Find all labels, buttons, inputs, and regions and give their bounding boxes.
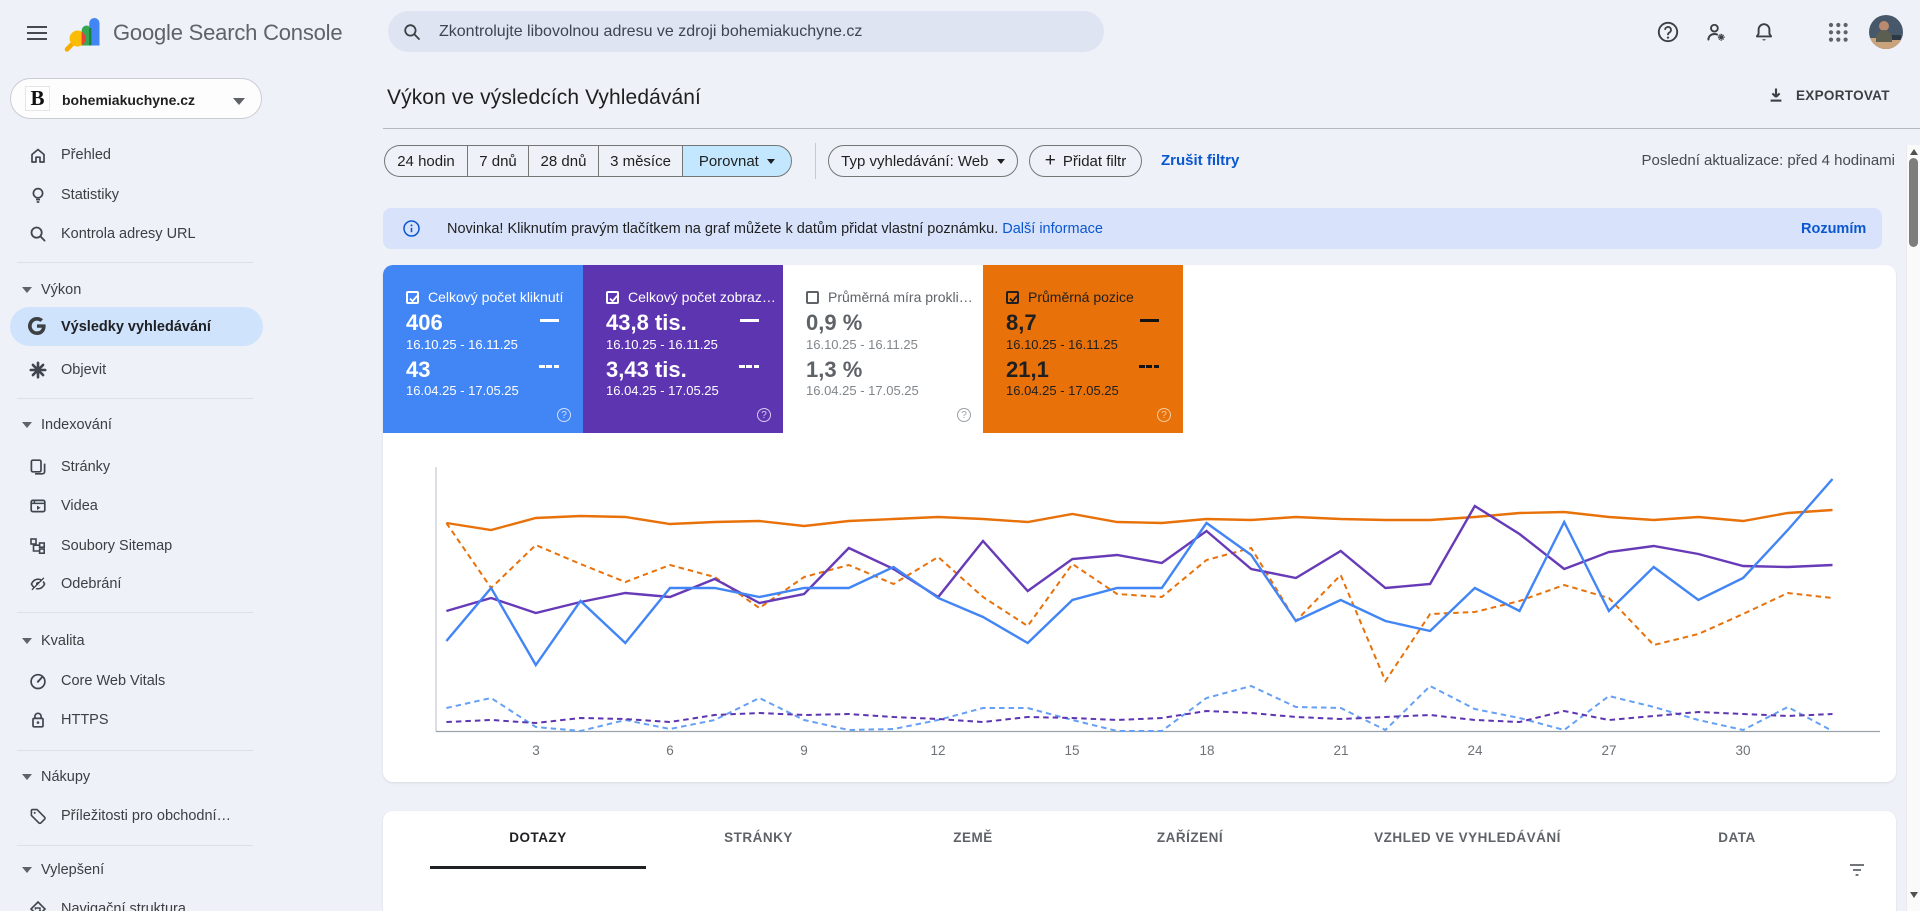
svg-text:27: 27 <box>1601 743 1616 758</box>
svg-text:24: 24 <box>1467 743 1483 758</box>
svg-text:3: 3 <box>532 743 540 758</box>
svg-text:15: 15 <box>1064 743 1079 758</box>
svg-text:12: 12 <box>930 743 945 758</box>
svg-text:21: 21 <box>1333 743 1348 758</box>
svg-text:30: 30 <box>1735 743 1750 758</box>
svg-text:6: 6 <box>666 743 674 758</box>
svg-text:18: 18 <box>1199 743 1214 758</box>
svg-text:9: 9 <box>800 743 808 758</box>
